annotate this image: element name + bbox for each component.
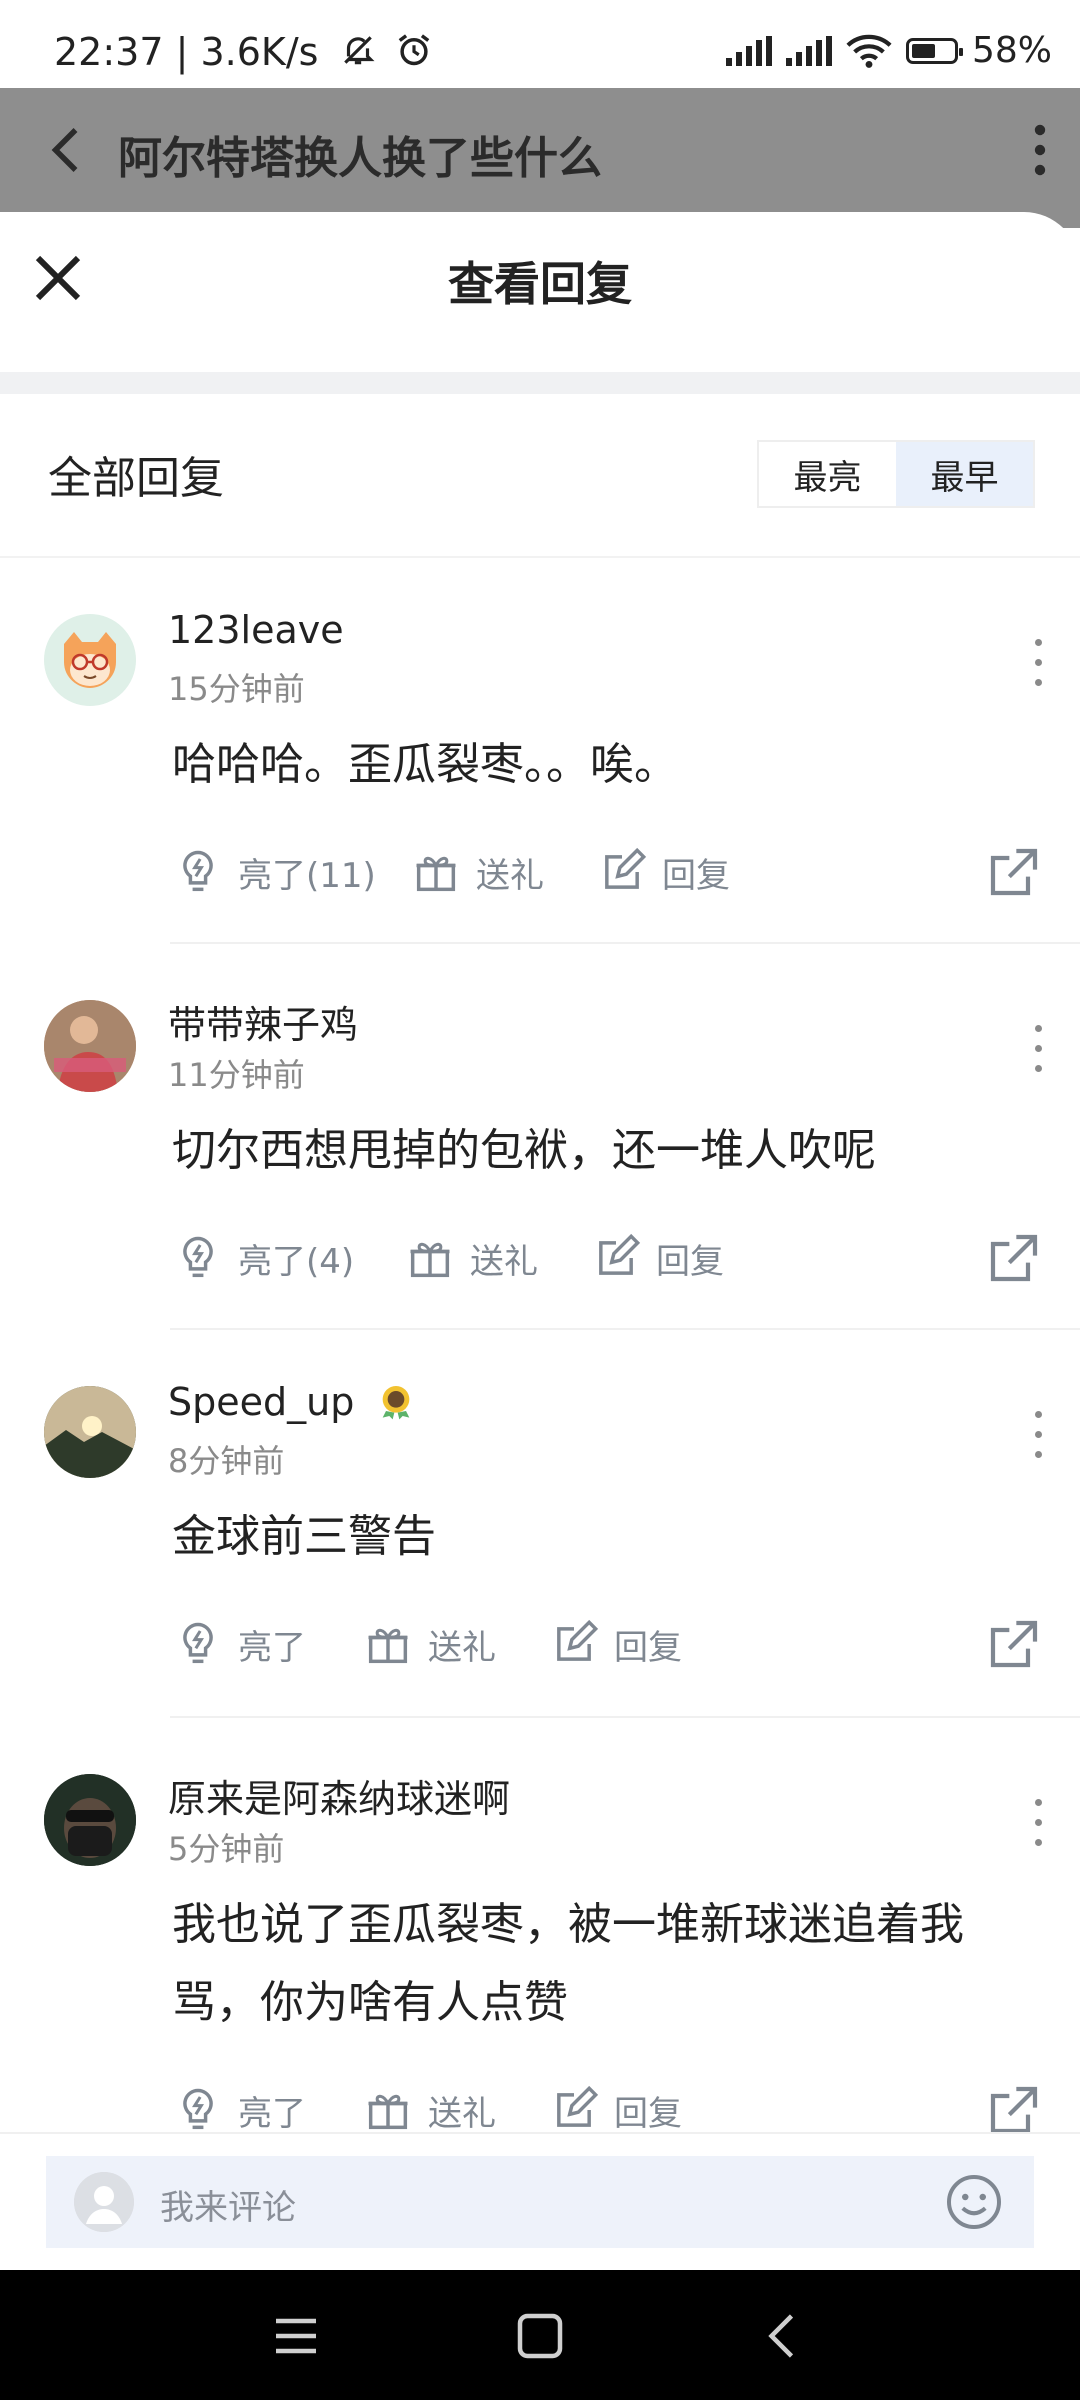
edit-icon [557,2085,599,2127]
reply-label: 回复 [614,2093,682,2134]
comment-text: 我也说了歪瓜裂枣，被一堆新球迷追着我骂，你为啥有人点赞 [172,1899,964,2028]
username[interactable]: 原来是阿森纳球迷啊 [168,1768,510,1823]
avatar[interactable] [44,614,136,706]
divider [0,372,1080,394]
divider [170,1328,1080,1330]
reply-button[interactable]: 回复 [596,840,730,904]
divider [170,942,1080,944]
avatar[interactable] [44,1000,136,1092]
avatar[interactable] [44,1386,136,1478]
status-time-text: 22:37 | 3.6K/s [54,30,319,74]
comment-actions: 亮了(11) 送礼 回复 [172,840,1042,904]
edit-icon [605,847,647,889]
avatar[interactable] [44,1774,136,1866]
back-arrow-icon[interactable] [38,120,98,180]
comment-text: 金球前三警告 [172,1511,436,1562]
like-label: 亮了 [238,2093,306,2134]
more-vertical-icon[interactable] [1020,120,1060,180]
reply-label: 回复 [614,1627,682,1668]
lightbulb-icon [183,850,213,892]
username[interactable]: Speed_up [168,1380,416,1424]
sort-option-earliest[interactable]: 最早 [896,442,1033,506]
more-options-button[interactable] [1026,1404,1050,1464]
status-time: 22:37 | 3.6K/s [54,30,433,74]
like-label: 亮了(11) [238,855,376,896]
gift-label: 送礼 [428,1627,496,1668]
comment-actions: 亮了(4) 送礼 回复 [172,1226,1042,1290]
gift-button[interactable]: 送礼 [404,1226,538,1290]
gift-label: 送礼 [476,855,544,896]
edit-icon [599,1233,641,1275]
username-text: Speed_up [168,1380,355,1424]
gift-icon [410,1242,450,1278]
gift-label: 送礼 [428,2093,496,2134]
hd-signal-icon [725,35,772,66]
reply-button[interactable]: 回复 [548,1612,682,1676]
hd-signal-icon [785,35,832,66]
like-button[interactable]: 亮了(11) [172,840,376,904]
status-indicators: 58% [725,30,1052,71]
divider [170,1716,1080,1718]
wifi-icon [846,34,892,68]
like-button[interactable]: 亮了(4) [172,1226,354,1290]
timestamp: 8分钟前 [168,1442,285,1480]
user-avatar-icon [74,2172,134,2232]
section-title: 全部回复 [48,453,224,504]
reply-button[interactable]: 回复 [590,1226,724,1290]
alarm-icon [398,34,429,66]
gift-icon [368,2094,408,2130]
like-button[interactable]: 亮了 [172,1612,306,1676]
share-icon[interactable] [986,1230,1042,1286]
share-icon[interactable] [986,1616,1042,1672]
gift-button[interactable]: 送礼 [362,1612,496,1676]
badge-icon [383,1386,410,1420]
more-options-button[interactable] [1026,1792,1050,1852]
mute-bell-icon [343,36,375,65]
share-icon[interactable] [986,844,1042,900]
username[interactable]: 123leave [168,608,344,652]
reply-label: 回复 [656,1241,724,1282]
gift-label: 送礼 [470,1241,538,1282]
timestamp: 11分钟前 [168,1056,305,1094]
divider [0,556,1080,558]
gift-button[interactable]: 送礼 [410,840,544,904]
share-icon[interactable] [986,2082,1042,2138]
battery-icon [905,37,963,64]
home-icon[interactable] [510,2306,570,2366]
lightbulb-icon [183,2088,213,2130]
background-page-title: 阿尔特塔换人换了些什么 [118,133,602,184]
username[interactable]: 带带辣子鸡 [168,994,358,1049]
sheet-title: 查看回复 [448,257,632,311]
gift-icon [416,856,456,892]
timestamp: 15分钟前 [168,670,305,708]
battery-percent: 58% [971,30,1052,71]
sort-toggle: 最亮 最早 [757,440,1035,508]
emoji-icon[interactable] [944,2172,1004,2232]
timestamp: 5分钟前 [168,1830,285,1868]
gift-icon [368,1628,408,1664]
comment-input-placeholder: 我来评论 [160,2188,296,2228]
comment-actions: 亮了 送礼 回复 [172,1612,1042,1676]
back-icon[interactable] [754,2306,814,2366]
reply-label: 回复 [662,855,730,896]
menu-icon[interactable] [266,2306,326,2366]
lightbulb-icon [183,1236,213,1278]
more-options-button[interactable] [1026,1018,1050,1078]
like-label: 亮了(4) [238,1241,355,1282]
lightbulb-icon [183,1622,213,1664]
comment-text: 切尔西想甩掉的包袱，还一堆人吹呢 [172,1125,876,1176]
sort-option-hot[interactable]: 最亮 [759,442,896,506]
comment-text: 哈哈哈。歪瓜裂枣。。唉。 [172,739,678,790]
edit-icon [557,1619,599,1661]
more-options-button[interactable] [1026,632,1050,692]
like-label: 亮了 [238,1627,306,1668]
battery-fill [911,43,935,58]
